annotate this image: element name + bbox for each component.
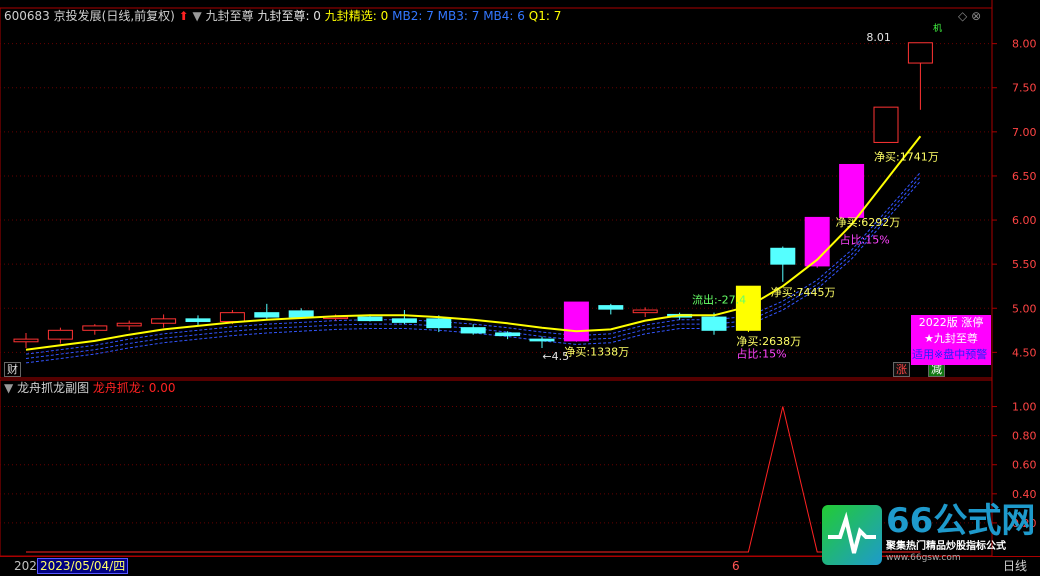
candles xyxy=(13,42,933,348)
price-tick-label: 7.00 xyxy=(1012,126,1037,139)
candle-body xyxy=(529,338,555,342)
price-tick-label: 6.00 xyxy=(1012,214,1037,227)
candle-body xyxy=(460,327,486,334)
candle-body xyxy=(701,316,727,331)
top-tag: 机 xyxy=(933,24,943,34)
candle-body xyxy=(13,338,39,343)
jiufeng-select: 九封精选: 0 xyxy=(324,9,389,23)
sub-dropdown-icon[interactable]: ▼ xyxy=(4,381,13,395)
stock-name-period: 京投发展(日线,前复权) xyxy=(53,9,175,23)
price-annotation: 8.01 xyxy=(866,31,891,44)
promo-line1: 2022版 涨停 xyxy=(918,316,984,329)
close-icon[interactable]: ⊗ xyxy=(971,9,981,23)
sub-tick-label: 0.80 xyxy=(1012,430,1037,443)
watermark-brand: 66公式网 xyxy=(886,501,1036,541)
price-annotation: 净买:1338万 xyxy=(564,345,629,359)
bottom-bar xyxy=(0,556,1040,576)
mb4-value: MB4: 6 xyxy=(483,9,525,23)
price-annotation: 净买:1741万 xyxy=(874,149,939,163)
price-annotation: 占比:15% xyxy=(840,233,890,247)
candle-body xyxy=(598,305,624,310)
candle-body xyxy=(151,318,177,324)
price-tick-label: 5.50 xyxy=(1012,258,1037,271)
candle-body xyxy=(770,247,796,265)
price-annotation: 占比:15% xyxy=(736,347,786,361)
q1-value: Q1: 7 xyxy=(528,9,562,23)
price-tick-label: 8.00 xyxy=(1012,38,1037,51)
candle-body xyxy=(426,318,452,329)
watermark-url: www.66gsw.com xyxy=(886,553,961,563)
watermark-logo xyxy=(822,505,882,565)
candle-body xyxy=(632,309,658,314)
year-prefix: 202 xyxy=(14,559,37,573)
ma-line xyxy=(25,135,922,351)
candle-body xyxy=(116,322,142,327)
candle-body xyxy=(357,316,383,322)
cai-marker[interactable]: 财 xyxy=(4,362,21,377)
indicator-name[interactable]: 九封至尊 xyxy=(206,9,254,23)
price-annotation: 净买:7445万 xyxy=(771,285,836,299)
mb3-value: MB3: 7 xyxy=(437,9,480,23)
candle-body xyxy=(563,301,589,342)
candle-body xyxy=(82,325,108,331)
sub-indicator-line xyxy=(26,406,921,553)
date-cursor[interactable]: 2023/05/04/四 xyxy=(37,558,129,574)
watermark-slogan: 聚集热门精品炒股指标公式 xyxy=(886,541,1006,552)
price-tick-label: 7.50 xyxy=(1012,82,1037,95)
sub-title[interactable]: 龙舟抓龙副图 xyxy=(17,381,89,395)
sub-tick-label: 1.00 xyxy=(1012,401,1037,414)
candle-body xyxy=(254,312,280,318)
sub-tick-label: 0.60 xyxy=(1012,459,1037,472)
candle-body xyxy=(495,332,521,337)
candle-body xyxy=(47,329,73,340)
price-tick-label: 6.50 xyxy=(1012,170,1037,183)
arrow-up-icon: ⬆ xyxy=(178,9,189,23)
pulse-icon xyxy=(828,511,876,554)
candle-body xyxy=(288,310,314,318)
main-header: 600683 京投发展(日线,前复权) ⬆ ▼ 九封至尊 九封至尊: 0 九封精… xyxy=(4,8,561,24)
dropdown-icon[interactable]: ▼ xyxy=(193,9,202,23)
period-label[interactable]: 日线 xyxy=(1003,558,1027,574)
price-annotation: 净买:6292万 xyxy=(836,215,901,229)
price-tick-label: 5.00 xyxy=(1012,302,1037,315)
candle-body xyxy=(873,106,899,143)
stock-code: 600683 xyxy=(4,9,50,23)
candle-body xyxy=(219,312,245,322)
price-tick-label: 4.50 xyxy=(1012,346,1037,359)
sub-header: ▼ 龙舟抓龙副图 龙舟抓龙: 0.00 xyxy=(4,380,175,396)
candle-body xyxy=(839,163,865,218)
bottom-marker: 6 xyxy=(732,559,740,573)
sub-value: 龙舟抓龙: 0.00 xyxy=(92,381,176,395)
promo-line2: ★九封至尊 xyxy=(924,332,978,345)
chart-stage[interactable]: 8.00 7.50 7.00 6.50 6.00 5.50 5.00 4.50 1.00 0.8… xyxy=(0,0,1040,575)
price-annotation: 净买:2638万 xyxy=(736,334,801,348)
promo-box: 2022版 涨停 ★九封至尊 适用※盘中预警 xyxy=(911,315,991,365)
sub-tick-label: 0.40 xyxy=(1012,488,1037,501)
price-axis: 8.00 7.50 7.00 6.50 6.00 5.50 5.00 4.50 xyxy=(992,38,1037,359)
indicator-value: 九封至尊: 0 xyxy=(257,9,321,23)
diamond-icon[interactable]: ◇ xyxy=(958,9,967,23)
zhang-marker[interactable]: 涨 xyxy=(893,362,910,377)
price-annotation: 流出:-27.4 xyxy=(692,292,746,306)
mb2-value: MB2: 7 xyxy=(392,9,434,23)
candle-body xyxy=(185,318,211,322)
panel-controls[interactable]: ◇ ⊗ xyxy=(958,8,981,24)
candle-body xyxy=(391,318,417,323)
promo-line3: 适用※盘中预警 xyxy=(912,348,988,361)
candle-body xyxy=(907,42,933,64)
